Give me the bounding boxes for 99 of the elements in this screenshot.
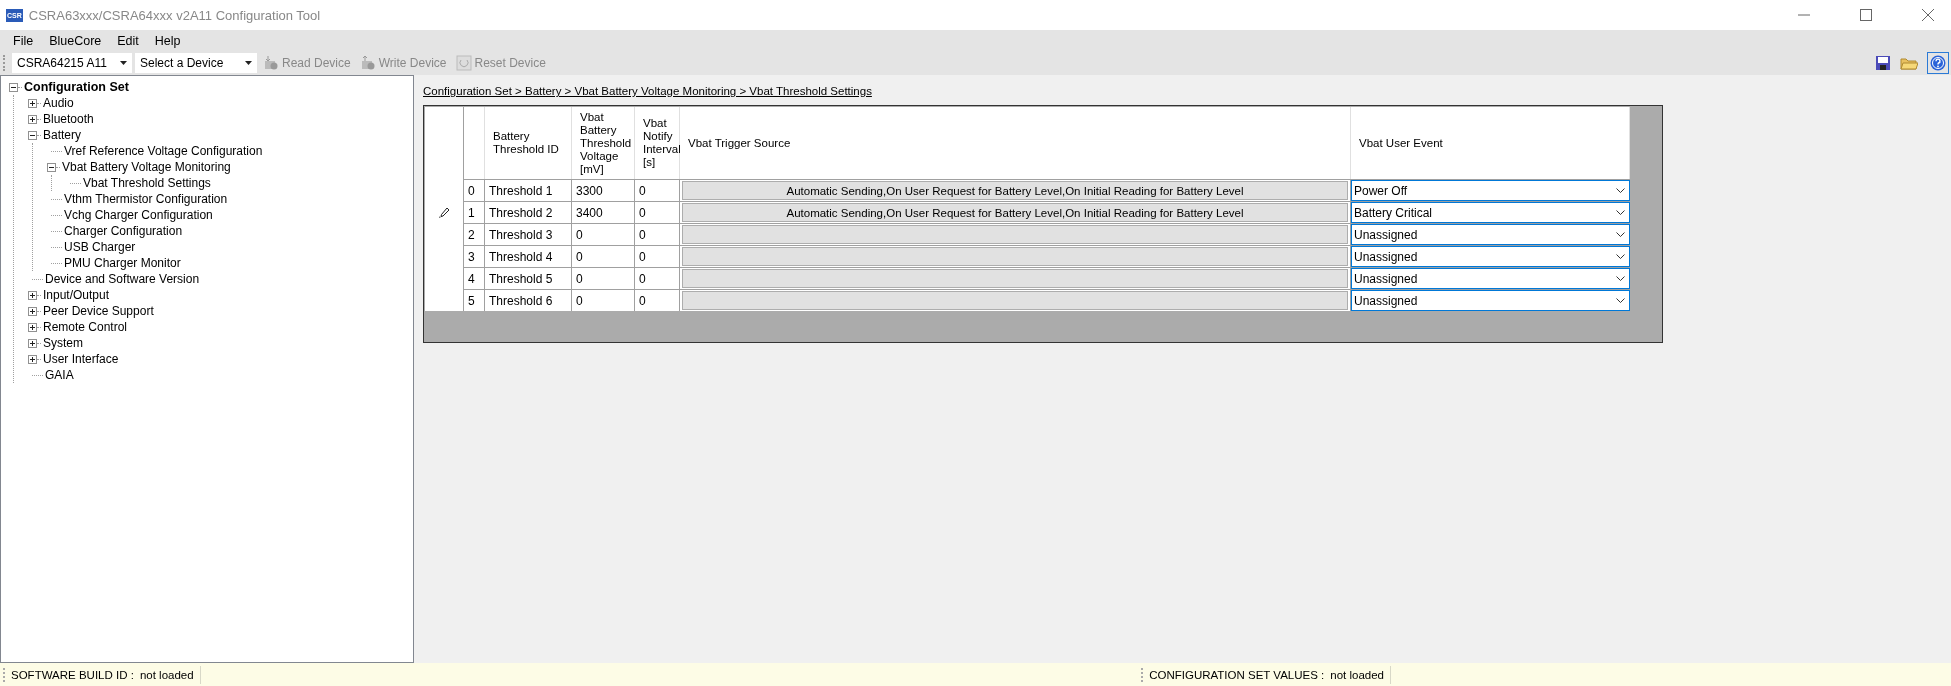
table-cell: 2 <box>464 223 485 245</box>
tree-item[interactable]: User Interface <box>43 352 119 366</box>
table-cell[interactable]: Threshold 2 <box>485 201 572 223</box>
tree-item[interactable]: Bluetooth <box>43 112 94 126</box>
help-icon <box>1930 55 1946 71</box>
table-cell[interactable]: 0 <box>635 179 680 201</box>
tree-item[interactable]: Vthm Thermistor Configuration <box>64 192 228 206</box>
tree-item[interactable]: GAIA <box>45 368 74 382</box>
help-button[interactable] <box>1927 52 1949 74</box>
tree-item[interactable]: PMU Charger Monitor <box>64 256 181 270</box>
maximize-icon[interactable] <box>1860 9 1872 21</box>
close-icon[interactable] <box>1922 9 1934 21</box>
tree-item[interactable]: Peer Device Support <box>43 304 154 318</box>
tree-item[interactable]: Battery <box>43 128 81 142</box>
pencil-icon <box>439 206 449 218</box>
expand-icon[interactable] <box>28 306 37 316</box>
collapse-icon[interactable] <box>47 162 56 172</box>
dropdown[interactable]: Battery Critical <box>1351 202 1630 223</box>
table-cell[interactable]: 0 <box>572 245 635 267</box>
table-cell[interactable]: 0 <box>635 267 680 289</box>
dropdown[interactable]: Unassigned <box>1351 268 1630 289</box>
table-cell[interactable]: Threshold 1 <box>485 179 572 201</box>
chevron-down-icon <box>1616 298 1625 303</box>
status-value: not loaded <box>1330 668 1384 681</box>
table-cell[interactable]: 0 <box>635 245 680 267</box>
trigger-button[interactable]: Automatic Sending,On User Request for Battery Level,On Initial Reading for Battery Level <box>682 181 1348 200</box>
chip-upload-icon <box>359 55 376 71</box>
chevron-down-icon <box>1616 232 1625 237</box>
dropdown[interactable]: Unassigned <box>1351 246 1630 267</box>
dropdown[interactable]: CSRA64215 A11 <box>12 53 132 73</box>
breadcrumb[interactable]: Configuration Set > Battery > Vbat Battery Voltage Monitoring > Vbat Threshold Settings <box>423 85 872 97</box>
expand-icon[interactable] <box>28 338 37 348</box>
caret-icon <box>120 61 127 65</box>
dropdown[interactable]: Power Off <box>1351 180 1630 201</box>
reset-icon <box>455 55 472 71</box>
chevron-down-icon <box>1616 254 1625 259</box>
toolbar-grip <box>3 55 7 71</box>
chevron-down-icon <box>1616 276 1625 281</box>
row-header[interactable] <box>425 289 464 311</box>
table-cell[interactable]: 0 <box>572 267 635 289</box>
chevron-down-icon <box>1616 210 1625 215</box>
tree-item[interactable]: Charger Configuration <box>64 224 183 238</box>
tree-item[interactable]: Vbat Battery Voltage Monitoring <box>62 160 231 174</box>
column-header[interactable]: Vbat Notify Interval [s] <box>635 107 680 179</box>
dropdown[interactable]: Unassigned <box>1351 290 1630 311</box>
table-cell[interactable]: 0 <box>572 289 635 311</box>
menu-item[interactable]: Edit <box>110 33 148 48</box>
menu-item[interactable]: Help <box>147 33 190 48</box>
expand-icon[interactable] <box>28 114 37 124</box>
status-value: not loaded <box>139 668 194 681</box>
status-grip <box>1141 667 1144 682</box>
table-cell: 5 <box>464 289 485 311</box>
tree-item[interactable]: Vbat Threshold Settings <box>83 176 211 190</box>
table-cell[interactable]: 0 <box>572 223 635 245</box>
tree-item[interactable]: Vchg Charger Configuration <box>64 208 213 222</box>
expand-icon[interactable] <box>28 98 37 108</box>
tree-item[interactable]: Remote Control <box>43 320 128 334</box>
dropdown[interactable]: Unassigned <box>1351 224 1630 245</box>
save-icon[interactable] <box>1875 55 1891 71</box>
tree-item[interactable]: Device and Software Version <box>45 272 200 286</box>
column-header[interactable]: Battery Threshold ID <box>485 107 572 179</box>
table-cell[interactable]: 0 <box>635 289 680 311</box>
table-cell[interactable]: 0 <box>635 223 680 245</box>
menu-item[interactable]: BlueCore <box>42 33 111 48</box>
header-cell <box>464 107 485 179</box>
expand-icon[interactable] <box>28 354 37 364</box>
collapse-icon[interactable] <box>9 82 18 92</box>
tree-item[interactable]: System <box>43 336 83 350</box>
table-cell[interactable]: 0 <box>635 201 680 223</box>
table-cell: 4 <box>464 267 485 289</box>
collapse-icon[interactable] <box>28 130 37 140</box>
tree-item[interactable]: Configuration Set <box>24 80 129 94</box>
tree-item[interactable]: USB Charger <box>64 240 136 254</box>
expand-icon[interactable] <box>28 322 37 332</box>
chevron-down-icon <box>1616 188 1625 193</box>
table-cell[interactable]: 3400 <box>572 201 635 223</box>
table-cell[interactable]: Threshold 5 <box>485 267 572 289</box>
tree-item[interactable]: Audio <box>43 96 74 110</box>
tree-item[interactable]: Vref Reference Voltage Configuration <box>64 144 263 158</box>
window-title: CSRA63xxx/CSRA64xxx v2A11 Configuration Tool <box>28 7 321 23</box>
chip-download-icon <box>263 55 279 71</box>
column-header[interactable]: Vbat Trigger Source <box>680 107 1351 179</box>
trigger-button[interactable]: Automatic Sending,On User Request for Battery Level,On Initial Reading for Battery Level <box>682 203 1348 222</box>
table-cell[interactable]: 3300 <box>572 179 635 201</box>
caret-icon <box>245 61 252 65</box>
table-cell: 0 <box>464 179 485 201</box>
dropdown[interactable]: Select a Device <box>135 53 257 73</box>
menu-item[interactable]: File <box>6 33 43 48</box>
expand-icon[interactable] <box>28 290 37 300</box>
table-cell[interactable]: Threshold 6 <box>485 289 572 311</box>
table-cell[interactable]: Threshold 4 <box>485 245 572 267</box>
tree-item[interactable]: Input/Output <box>43 288 110 302</box>
status-label: CONFIGURATION SET VALUES : <box>1149 668 1325 681</box>
column-header[interactable]: Vbat User Event <box>1351 107 1630 179</box>
table-cell: 3 <box>464 245 485 267</box>
column-header[interactable]: Vbat Battery Threshold Voltage [mV] <box>572 107 635 179</box>
table-cell: 1 <box>464 201 485 223</box>
table-cell[interactable]: Threshold 3 <box>485 223 572 245</box>
status-label: SOFTWARE BUILD ID : <box>11 668 134 681</box>
